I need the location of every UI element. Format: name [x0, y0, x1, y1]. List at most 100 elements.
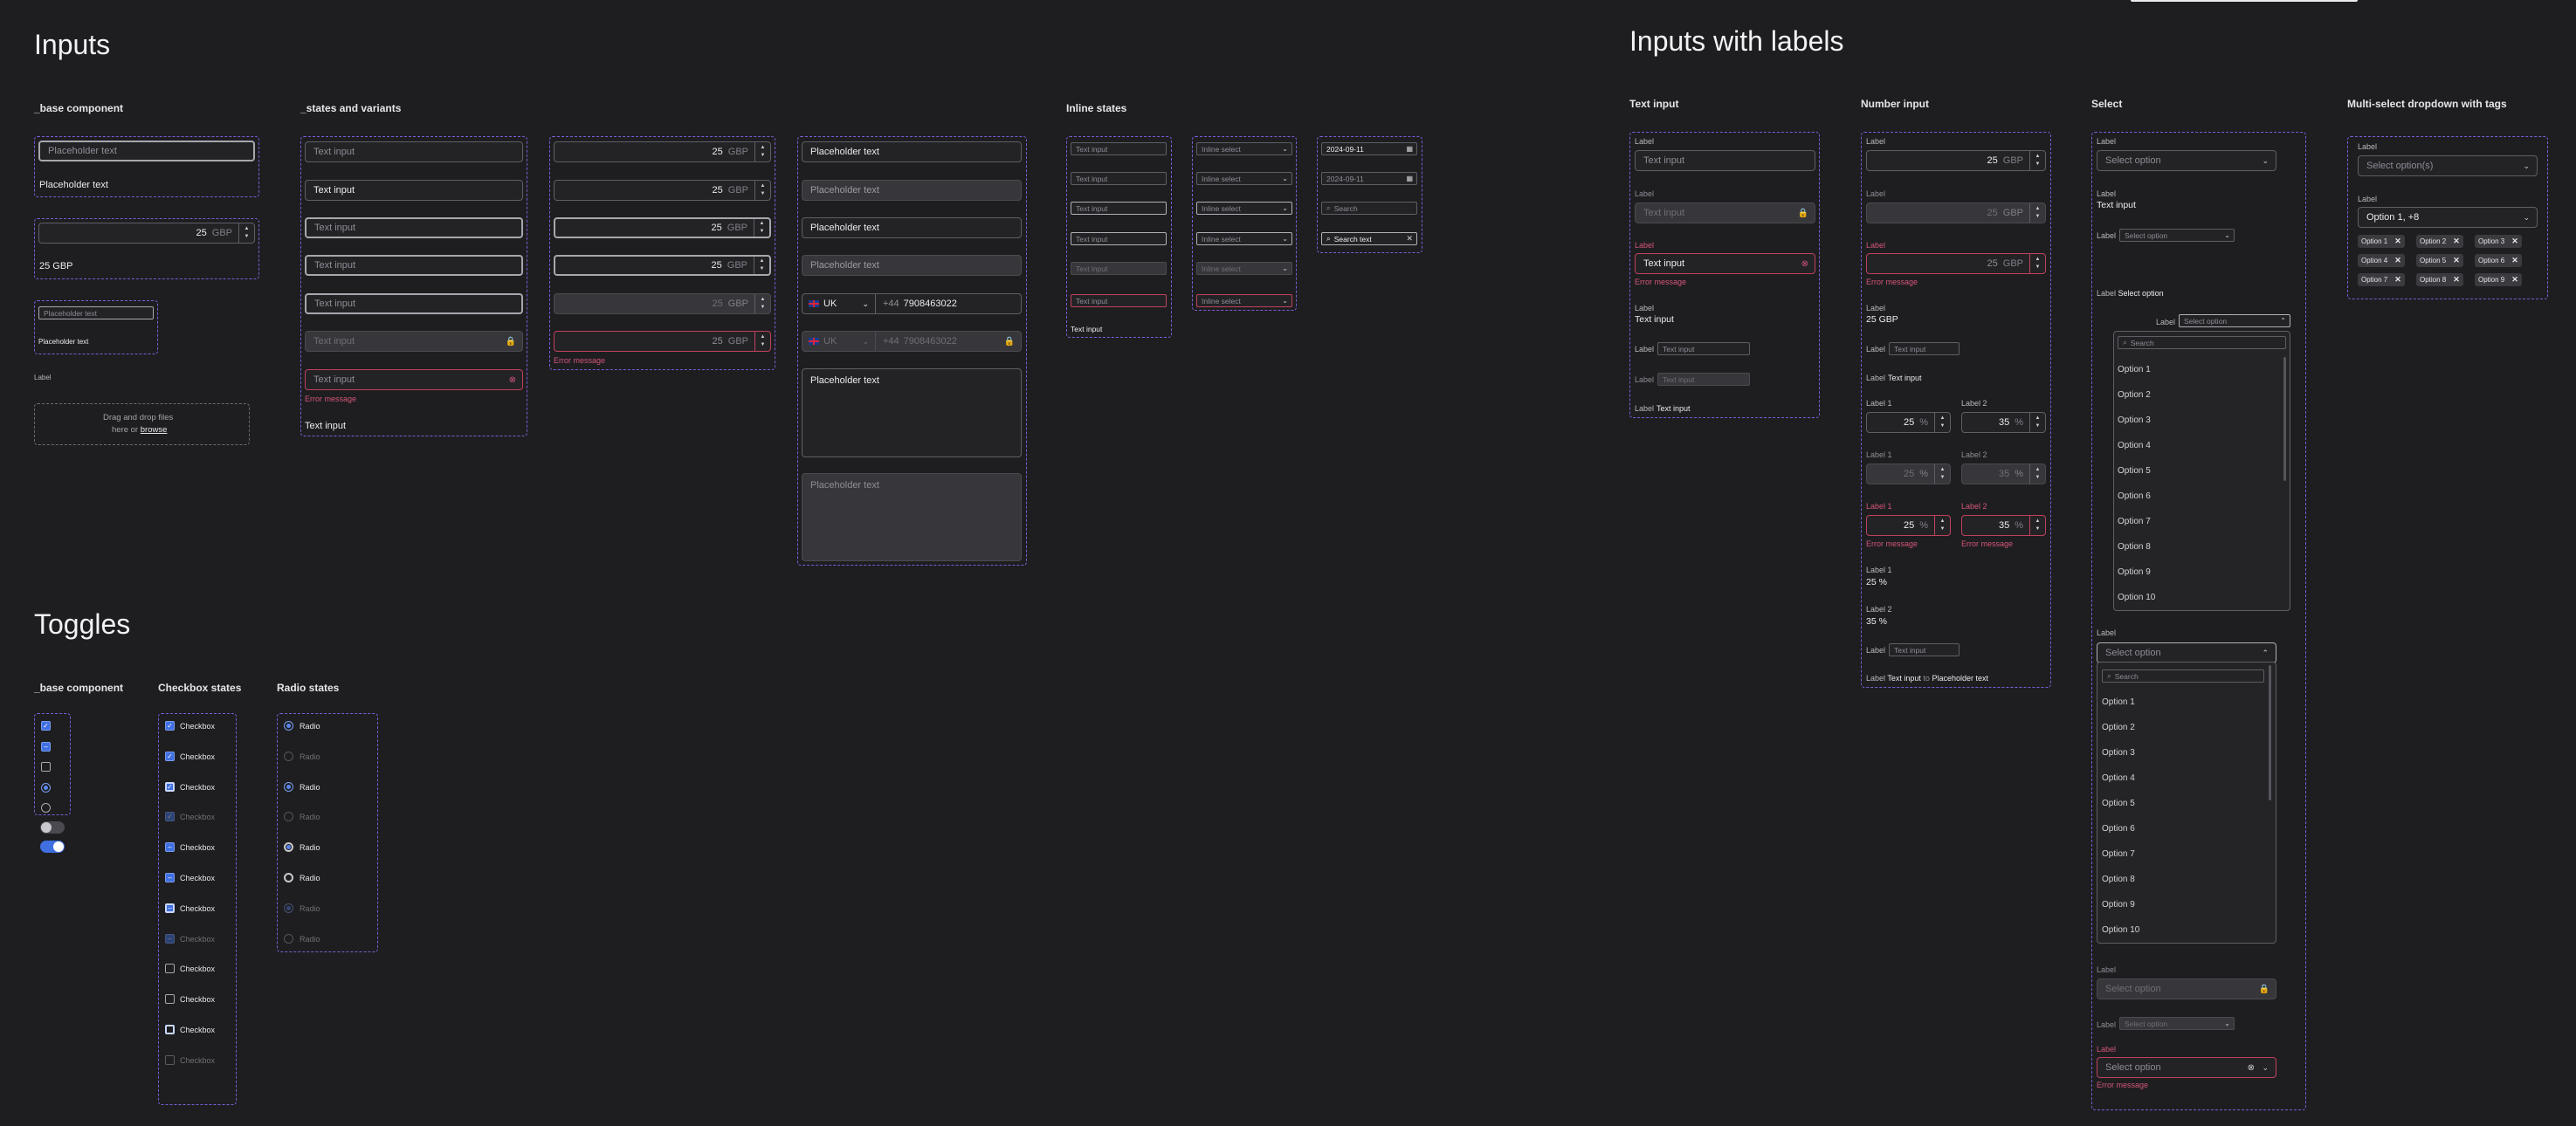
text-input-active[interactable]: Text input: [305, 293, 523, 314]
step-up-icon[interactable]: ▲: [761, 182, 766, 190]
step-down-icon[interactable]: ▼: [761, 190, 766, 198]
dropdown-option[interactable]: Option 7: [2118, 517, 2151, 526]
dropdown-option[interactable]: Option 3: [2118, 415, 2151, 425]
text-input-hover[interactable]: Text input: [305, 217, 523, 238]
step-up-icon[interactable]: ▲: [1940, 415, 1946, 422]
number-stepper[interactable]: ▲ ▼: [2029, 254, 2045, 273]
dropdown-option[interactable]: Option 9: [2102, 900, 2135, 910]
number-stepper[interactable]: ▲ ▼: [754, 142, 770, 161]
inline-select-focus[interactable]: Inline select ⌄: [1196, 232, 1292, 245]
toggle-switch-on[interactable]: [40, 841, 65, 853]
select-open[interactable]: Select option ⌃: [2097, 642, 2276, 663]
error-clear-icon[interactable]: ⊗: [509, 375, 516, 385]
checkbox-base-unchecked[interactable]: [41, 762, 51, 772]
checkbox[interactable]: [165, 1025, 175, 1034]
number-input-error[interactable]: 25 GBP ▲ ▼: [554, 331, 771, 352]
radio-base-unselected[interactable]: [41, 803, 51, 813]
text-input-default[interactable]: Text input: [305, 141, 523, 162]
multi-select-filled[interactable]: Option 1, +8 ⌄: [2358, 207, 2538, 228]
checkbox[interactable]: ✓: [165, 751, 175, 761]
text-input-error[interactable]: Text input ⊗: [305, 369, 523, 390]
radio-button[interactable]: [284, 751, 293, 761]
percent-input-2-error[interactable]: 35% ▲ ▼: [1961, 515, 2046, 536]
step-down-icon[interactable]: ▼: [2035, 525, 2041, 533]
dropdown-option[interactable]: Option 10: [2102, 925, 2139, 935]
number-stepper[interactable]: ▲ ▼: [2029, 151, 2045, 170]
dropdown-option[interactable]: Option 2: [2102, 723, 2135, 732]
tag-remove-icon[interactable]: ✕: [2511, 237, 2518, 246]
dropdown-option[interactable]: Option 5: [2102, 799, 2135, 808]
country-select[interactable]: UK ⌄: [802, 294, 876, 313]
radio-button[interactable]: [284, 721, 293, 731]
inline-text-default[interactable]: Text input: [1071, 142, 1167, 155]
step-down-icon[interactable]: ▼: [245, 233, 250, 241]
inline-text-hover[interactable]: Text input: [1071, 202, 1167, 215]
inline-select[interactable]: Select option ⌄: [2119, 229, 2235, 242]
number-stepper[interactable]: ▲ ▼: [1934, 516, 1950, 535]
step-up-icon[interactable]: ▲: [2035, 518, 2041, 525]
number-stepper[interactable]: ▲ ▼: [754, 332, 770, 351]
inline-select-2[interactable]: Inline select ⌄: [1196, 172, 1292, 185]
select-error[interactable]: Select option ⊗ ⌄: [2097, 1057, 2276, 1078]
dropdown-option[interactable]: Option 8: [2102, 875, 2135, 884]
step-down-icon[interactable]: ▼: [2035, 422, 2041, 430]
dropdown-option[interactable]: Option 2: [2118, 390, 2151, 400]
checkbox[interactable]: ✓: [165, 781, 175, 792]
tag-remove-icon[interactable]: ✕: [2394, 275, 2401, 285]
step-down-icon[interactable]: ▼: [1940, 525, 1946, 533]
dropdown-option[interactable]: Option 1: [2118, 365, 2151, 374]
dropdown-option[interactable]: Option 5: [2118, 466, 2151, 476]
percent-input-2[interactable]: 35% ▲ ▼: [1961, 412, 2046, 433]
checkbox[interactable]: –: [165, 873, 175, 882]
inline-select-default[interactable]: Inline select ⌄: [1196, 142, 1292, 155]
inline-text-error[interactable]: Text input: [1071, 294, 1167, 307]
labeled-number-error[interactable]: 25 GBP ▲ ▼: [1866, 253, 2046, 274]
text-input-filled[interactable]: Text input: [305, 180, 523, 201]
inline-labeled-number-2[interactable]: Text input: [1889, 643, 1960, 656]
phone-input[interactable]: UK ⌄ +44 7908463022: [802, 293, 1022, 314]
checkbox[interactable]: [165, 994, 175, 1005]
text-input-focus[interactable]: Text input: [305, 255, 523, 276]
checkbox[interactable]: ✓: [165, 721, 175, 731]
file-dropzone[interactable]: [34, 403, 250, 445]
dropdown-search-input[interactable]: ⌕ Search: [2102, 669, 2264, 683]
number-stepper[interactable]: ▲ ▼: [238, 223, 254, 243]
base-small-input[interactable]: Placeholder text: [38, 306, 154, 319]
step-down-icon[interactable]: ▼: [761, 341, 766, 349]
labeled-number-input[interactable]: 25 GBP ▲ ▼: [1866, 150, 2046, 171]
number-stepper[interactable]: ▲ ▼: [1934, 413, 1950, 432]
close-icon[interactable]: ✕: [1406, 234, 1413, 244]
inline-select-hover[interactable]: Inline select ⌄: [1196, 202, 1292, 215]
tag-remove-icon[interactable]: ✕: [2394, 237, 2401, 246]
number-input-filled[interactable]: 25 GBP ▲ ▼: [554, 180, 771, 201]
checkbox[interactable]: –: [165, 933, 175, 944]
step-up-icon[interactable]: ▲: [2035, 415, 2041, 422]
labeled-text-input[interactable]: Text input: [1635, 150, 1815, 171]
browse-link[interactable]: browse: [141, 425, 168, 435]
tag-remove-icon[interactable]: ✕: [2453, 275, 2460, 285]
step-down-icon[interactable]: ▼: [2035, 161, 2041, 168]
step-up-icon[interactable]: ▲: [1940, 518, 1946, 525]
tag-remove-icon[interactable]: ✕: [2453, 237, 2460, 246]
checkbox[interactable]: [165, 964, 175, 974]
inline-select-open[interactable]: Select option ⌃: [2179, 314, 2290, 327]
step-down-icon[interactable]: ▼: [760, 265, 765, 273]
checkbox-base-indeterminate[interactable]: –: [41, 742, 51, 752]
dropdown-option[interactable]: Option 4: [2118, 441, 2151, 450]
number-input-focus[interactable]: 25 GBP ▲ ▼: [554, 255, 771, 276]
radio-button[interactable]: [284, 903, 293, 913]
step-down-icon[interactable]: ▼: [761, 152, 766, 160]
placeholder-input-default[interactable]: Placeholder text: [802, 141, 1022, 162]
inline-search-filled[interactable]: ⌕ Search text ✕: [1321, 232, 1417, 245]
step-up-icon[interactable]: ▲: [761, 144, 766, 152]
base-number-input[interactable]: 25 GBP ▲ ▼: [38, 223, 255, 244]
radio-button[interactable]: [284, 873, 293, 882]
step-up-icon[interactable]: ▲: [760, 257, 765, 265]
percent-input-1[interactable]: 25% ▲ ▼: [1866, 412, 1951, 433]
base-text-input[interactable]: Placeholder text: [38, 141, 255, 161]
checkbox[interactable]: [165, 1054, 175, 1065]
step-down-icon[interactable]: ▼: [1940, 422, 1946, 430]
dropdown-option[interactable]: Option 1: [2102, 697, 2135, 707]
radio-base-selected[interactable]: [41, 783, 51, 793]
multi-select-default[interactable]: Select option(s) ⌄: [2358, 155, 2538, 176]
